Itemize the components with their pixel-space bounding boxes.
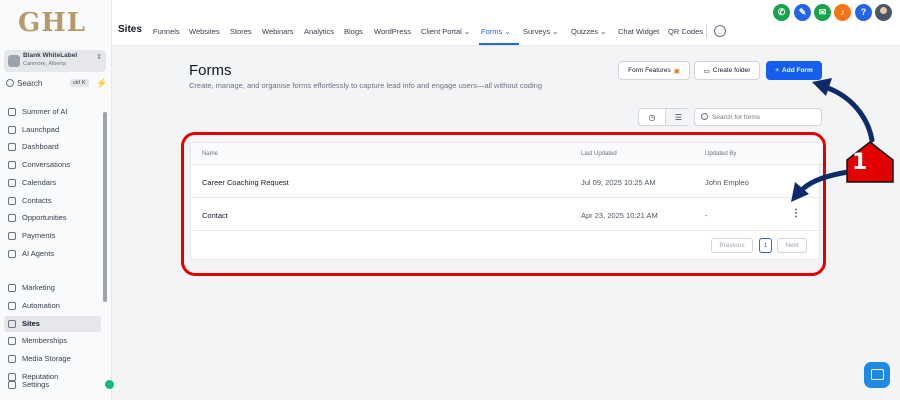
arrow-to-row (797, 169, 851, 195)
arrow-to-add-form (819, 83, 875, 143)
step-number-badge: 1 (852, 150, 868, 175)
arrowhead-up-icon (812, 78, 832, 96)
chat-support-icon[interactable] (864, 362, 890, 388)
tutorial-arrows (791, 78, 894, 202)
